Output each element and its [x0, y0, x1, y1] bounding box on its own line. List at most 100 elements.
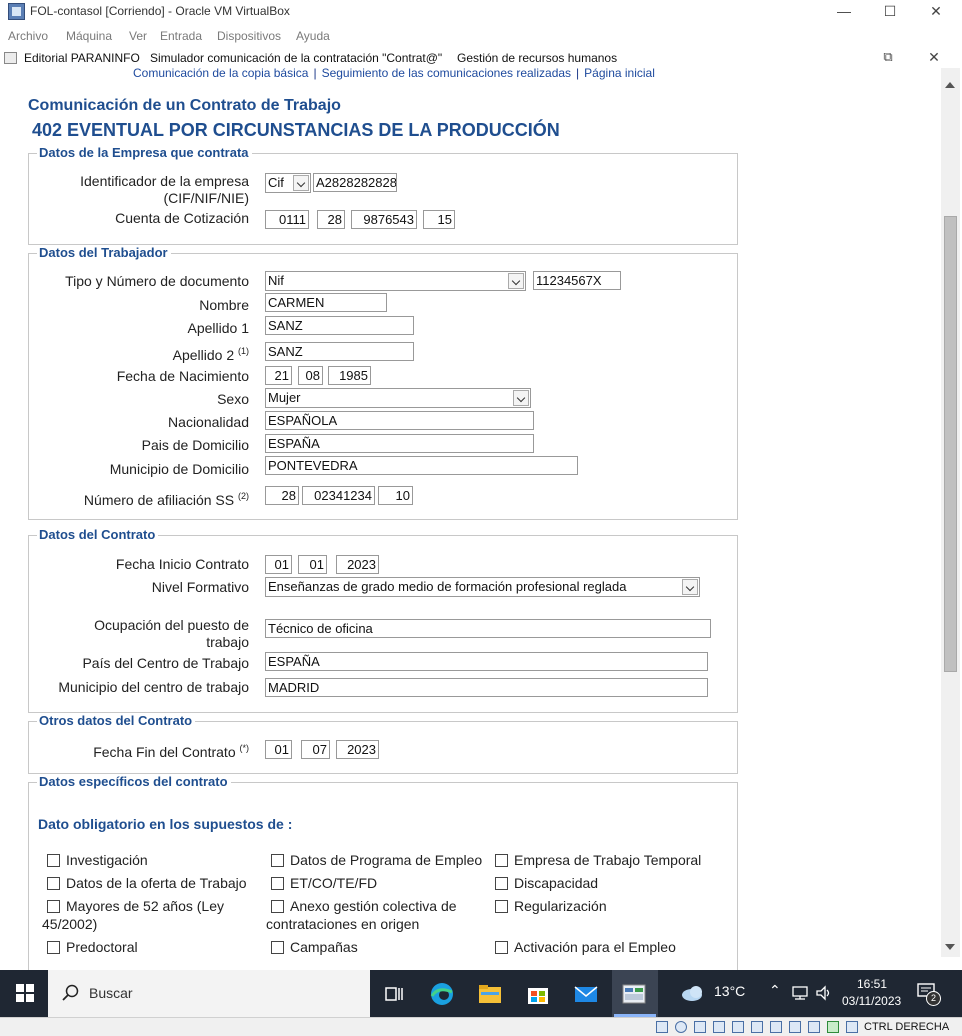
checkbox-et-co-te-fd[interactable]	[271, 877, 284, 890]
minimize-icon[interactable]: —	[834, 2, 854, 20]
windows-start-icon[interactable]	[16, 984, 34, 1002]
clock-date[interactable]: 03/11/2023	[842, 994, 901, 1008]
nivel-formativo-select[interactable]: Enseñanzas de grado medio de formación p…	[265, 577, 700, 597]
checkbox-regularizacion[interactable]	[495, 900, 508, 913]
apellido1-input[interactable]: SANZ	[265, 316, 414, 335]
cuenta-regimen-input[interactable]: 0111	[265, 210, 309, 229]
file-explorer-icon[interactable]	[478, 982, 502, 1006]
taskbar-search-box[interactable]: Buscar	[48, 970, 370, 1017]
id-type-select[interactable]: Cif	[265, 173, 311, 193]
edge-icon[interactable]	[430, 982, 454, 1006]
volume-icon[interactable]	[815, 985, 833, 1001]
virtualbox-app-icon[interactable]	[622, 982, 646, 1006]
municipio-domicilio-input[interactable]: PONTEVEDRA	[265, 456, 578, 475]
link-pagina-inicial[interactable]: Página inicial	[584, 66, 655, 80]
cuenta-numero-input[interactable]: 9876543	[351, 210, 417, 229]
network-icon[interactable]	[791, 985, 809, 1001]
checkbox-oferta-trabajo[interactable]	[47, 877, 60, 890]
recording-icon[interactable]	[789, 1021, 801, 1033]
cpu-icon[interactable]	[808, 1021, 820, 1033]
close-icon[interactable]: ✕	[926, 2, 946, 20]
vertical-scrollbar[interactable]	[941, 68, 960, 957]
sexo-select[interactable]: Mujer	[265, 388, 531, 408]
restore-icon[interactable]: ⧉	[878, 48, 898, 66]
checkbox-programa-empleo[interactable]	[271, 854, 284, 867]
nacionalidad-label: Nacionalidad	[168, 414, 249, 430]
store-icon[interactable]	[526, 982, 550, 1006]
nacimiento-mes-input[interactable]: 08	[298, 366, 323, 385]
usb-icon[interactable]	[732, 1021, 744, 1033]
menu-entrada[interactable]: Entrada	[160, 29, 202, 43]
inicio-anio-input[interactable]: 2023	[336, 555, 379, 574]
menu-gestion-rrhh[interactable]: Gestión de recursos humanos	[457, 51, 617, 65]
inicio-dia-input[interactable]: 01	[265, 555, 292, 574]
pais-centro-input[interactable]: ESPAÑA	[265, 652, 708, 671]
checkbox-discapacidad[interactable]	[495, 877, 508, 890]
optical-drive-icon[interactable]	[675, 1021, 687, 1033]
clock-time[interactable]: 16:51	[857, 977, 887, 991]
ocupacion-input[interactable]: Técnico de oficina	[265, 619, 711, 638]
checkbox-label: Datos de Programa de Empleo	[290, 852, 483, 868]
inicio-mes-input[interactable]: 01	[298, 555, 327, 574]
fin-mes-input[interactable]: 07	[301, 740, 330, 759]
menu-dispositivos[interactable]: Dispositivos	[217, 29, 281, 43]
checkbox-investigacion[interactable]	[47, 854, 60, 867]
link-seguimiento[interactable]: Seguimiento de las comunicaciones realiz…	[322, 66, 571, 80]
afiliacion-provincia-input[interactable]: 28	[265, 486, 299, 505]
cuenta-dc-input[interactable]: 15	[423, 210, 455, 229]
nombre-input[interactable]: CARMEN	[265, 293, 387, 312]
chevron-up-icon[interactable]: ⌃	[769, 982, 781, 999]
nacionalidad-input[interactable]: ESPAÑOLA	[265, 411, 534, 430]
menu-ver[interactable]: Ver	[129, 29, 147, 43]
ocupacion-label-2: trabajo	[206, 634, 249, 650]
afiliacion-numero-input[interactable]: 02341234	[302, 486, 375, 505]
menu-ayuda[interactable]: Ayuda	[296, 29, 330, 43]
doc-label: Tipo y Número de documento	[65, 273, 249, 289]
windows-taskbar: Buscar 13°C ⌃ 16:51 03/11/2023 2	[0, 970, 962, 1017]
network-adapter-icon[interactable]	[713, 1021, 725, 1033]
cif-input[interactable]: A2828282828	[313, 173, 397, 192]
display-icon[interactable]	[770, 1021, 782, 1033]
nacimiento-dia-input[interactable]: 21	[265, 366, 292, 385]
menu-maquina[interactable]: Máquina	[66, 29, 112, 43]
nivel-formativo-label: Nivel Formativo	[151, 579, 249, 595]
checkbox-ett[interactable]	[495, 854, 508, 867]
mouse-integration-icon[interactable]	[827, 1021, 839, 1033]
shared-folder-icon[interactable]	[751, 1021, 763, 1033]
checkbox-predoctoral[interactable]	[47, 941, 60, 954]
pais-domicilio-input[interactable]: ESPAÑA	[265, 434, 534, 453]
apellido2-input[interactable]: SANZ	[265, 342, 414, 361]
menu-editorial[interactable]: Editorial PARANINFO	[24, 51, 140, 65]
notification-count: 2	[926, 991, 941, 1006]
fin-anio-input[interactable]: 2023	[336, 740, 379, 759]
hard-disk-icon[interactable]	[656, 1021, 668, 1033]
task-view-icon[interactable]	[382, 982, 406, 1006]
mail-icon[interactable]	[574, 982, 598, 1006]
scroll-up-icon[interactable]	[945, 82, 955, 88]
nacimiento-anio-input[interactable]: 1985	[328, 366, 371, 385]
obligatorio-heading: Dato obligatorio en los supuestos de :	[38, 816, 293, 832]
checkbox-activacion-empleo[interactable]	[495, 941, 508, 954]
menu-archivo[interactable]: Archivo	[8, 29, 48, 43]
maximize-icon[interactable]: ☐	[880, 2, 900, 20]
scroll-down-icon[interactable]	[945, 944, 955, 950]
keyboard-capture-icon[interactable]	[846, 1021, 858, 1033]
ocupacion-label: Ocupación del puesto de	[94, 617, 249, 633]
audio-icon[interactable]	[694, 1021, 706, 1033]
cuenta-provincia-input[interactable]: 28	[317, 210, 345, 229]
guest-close-icon[interactable]: ✕	[924, 48, 944, 66]
guest-menu-bar: Editorial PARANINFO Simulador comunicaci…	[0, 48, 962, 68]
doc-number-input[interactable]: 11234567X	[533, 271, 621, 290]
menu-simulador[interactable]: Simulador comunicación de la contratació…	[150, 51, 442, 65]
checkbox-mayores-52[interactable]	[47, 900, 60, 913]
weather-temp[interactable]: 13°C	[714, 983, 745, 999]
checkbox-campanas[interactable]	[271, 941, 284, 954]
empresa-legend: Datos de la Empresa que contrata	[37, 145, 252, 160]
doc-type-select[interactable]: Nif	[265, 271, 526, 291]
link-copia-basica[interactable]: Comunicación de la copia básica	[133, 66, 308, 80]
checkbox-anexo-gestion[interactable]	[271, 900, 284, 913]
scroll-thumb[interactable]	[944, 216, 957, 672]
fin-dia-input[interactable]: 01	[265, 740, 292, 759]
afiliacion-dc-input[interactable]: 10	[378, 486, 413, 505]
municipio-centro-input[interactable]: MADRID	[265, 678, 708, 697]
